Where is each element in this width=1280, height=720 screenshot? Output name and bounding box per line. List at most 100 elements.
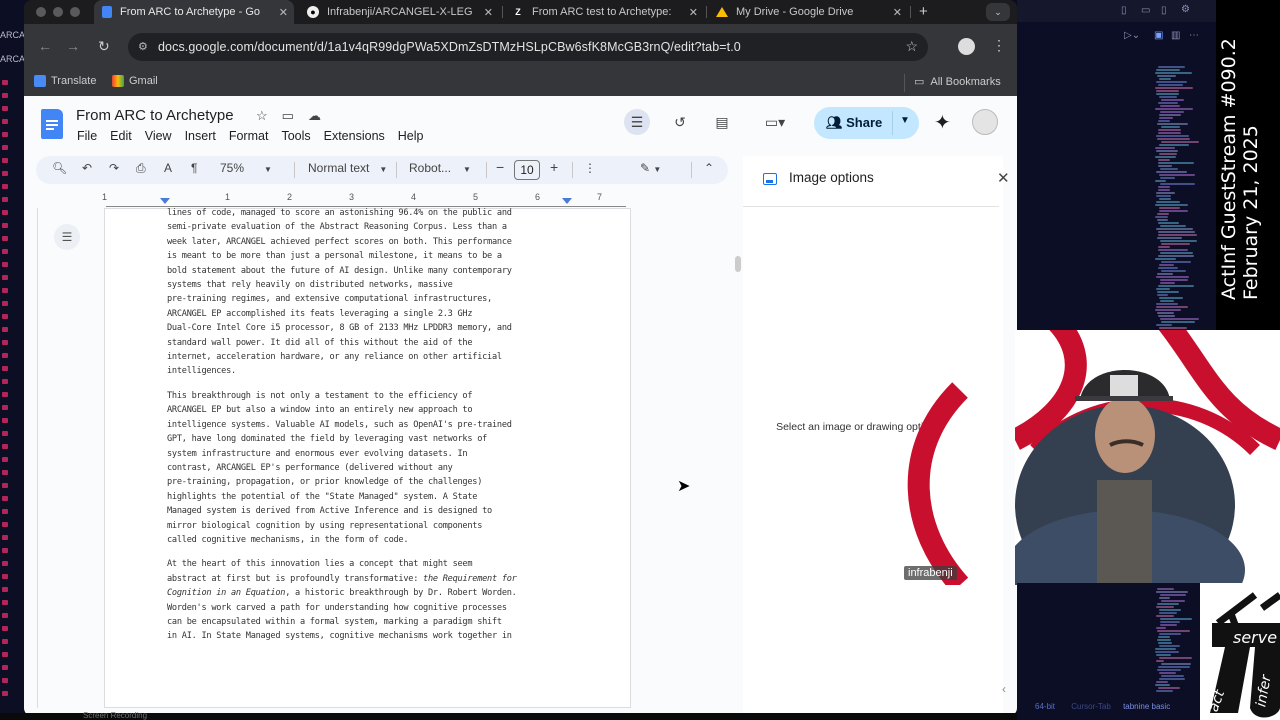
version-history-icon[interactable]: ↺ [667,109,693,135]
font-select[interactable]: Robot... ▼ [409,161,471,175]
print-icon[interactable]: ⎙ [136,161,146,176]
close-tab-icon[interactable]: ✕ [484,6,493,19]
search-menus-icon[interactable]: 🔍︎ [52,161,67,175]
style-select[interactable]: Normal text ▼ [308,161,387,175]
minimap-line [1155,72,1192,74]
share-button[interactable]: 👥︎ Share ▼ [814,107,919,139]
preview-icon[interactable]: ▣ [1154,30,1163,41]
bookmark-gmail[interactable]: Gmail [112,75,158,87]
menu-edit[interactable]: Edit [110,129,132,143]
redo-icon[interactable]: ↷ [109,161,119,175]
minimize-window-button[interactable] [53,7,63,17]
font-size-input[interactable]: 10 [514,160,540,180]
document-outline-icon[interactable]: ☰ [54,224,80,250]
share-dropdown-icon[interactable]: ▼ [900,115,910,126]
paint-format-icon[interactable]: ¶ [191,161,197,175]
cloud-saved-icon[interactable]: ☁ [308,108,321,124]
url-field[interactable]: ⚙ docs.google.com/document/d/1a1v4qR99dg… [128,33,928,61]
more-actions-icon[interactable]: ⋯ [1189,30,1199,41]
minimap-line [1159,144,1189,146]
minimap-line [1155,171,1188,173]
side-panel-collapse-icon[interactable]: ‹ [1002,682,1006,696]
all-bookmarks-button[interactable]: ▭ All Bookmarks [914,75,1001,89]
stream-title-overlay: ActInf GuestStream #090.2 February 21, 2… [1216,0,1280,330]
back-button[interactable]: ← [38,38,52,54]
tab-google-drive[interactable]: My Drive - Google Drive ✕ [708,0,908,24]
document-body[interactable]: lines of code, managed to score an aston… [167,206,577,654]
show-all-comments-icon[interactable]: ☰ [624,109,650,135]
increase-font-size-button[interactable]: + [550,159,558,175]
close-window-button[interactable] [36,7,46,17]
bookmark-star-icon[interactable]: ☆ [905,38,918,55]
move-folder-icon[interactable]: ▭ [282,108,294,124]
spellcheck-icon[interactable]: A [164,161,172,175]
hide-menus-icon[interactable]: ⌃ [704,161,714,175]
bookmark-label: Translate [51,75,97,87]
editor-status-bar: 64-bit Cursor-Tab tabnine basic [1017,702,1200,711]
docs-logo-icon[interactable] [41,109,63,139]
vertical-scrollbar[interactable] [735,256,741,272]
browser-menu-icon[interactable]: ⋮ [992,37,1006,54]
tab-zenodo[interactable]: Z From ARC test to Archetype: ✕ [504,0,704,24]
editing-mode-icon[interactable]: ✎ ▼ [640,161,661,175]
zoom-value: 75% [220,161,245,175]
line-number-marker [2,470,8,475]
minimap-line [1158,117,1173,119]
panel-divider [743,206,999,207]
line-number-marker [2,600,8,605]
split-editor-icon[interactable]: ▥ [1171,30,1180,41]
zoom-select[interactable]: 75% ▼ [220,161,272,175]
site-settings-icon[interactable]: ⚙ [138,40,148,53]
close-panel-icon[interactable]: ✕ [997,169,1010,187]
chevron-down-icon: ▼ [379,165,388,174]
toggle-panel-icon[interactable]: ▭ [1141,5,1150,16]
menu-insert[interactable]: Insert [185,129,216,143]
tab-bar: From ARC to Archetype - Go ✕ ● Infrabenj… [24,0,1017,24]
minimap-line [1155,258,1177,260]
new-tab-button[interactable]: + [919,3,928,20]
settings-gear-icon[interactable]: ⚙ [1181,4,1190,15]
close-tab-icon[interactable]: ✕ [689,6,698,19]
minimap-line [1155,309,1182,311]
profile-avatar[interactable] [958,38,975,55]
account-avatar[interactable] [972,109,998,135]
minimap-line [1158,102,1179,104]
zoom-window-button[interactable] [70,7,80,17]
menu-file[interactable]: File [77,129,97,143]
menu-extensions[interactable]: Extensions [324,129,385,143]
bookmark-translate[interactable]: Translate [34,75,96,87]
status-item[interactable]: tabnine basic [1123,702,1170,711]
close-tab-icon[interactable]: ✕ [893,6,902,19]
gemini-sparkle-icon[interactable]: ✦ [934,110,951,135]
star-icon[interactable]: ☆ [256,108,268,124]
document-page[interactable]: lines of code, managed to score an aston… [104,208,631,708]
reload-button[interactable]: ↻ [98,38,110,55]
close-tab-icon[interactable]: ✕ [279,6,288,19]
toggle-secondary-sidebar-icon[interactable]: ▯ [1161,5,1167,16]
more-options-icon[interactable]: ⋮ [584,161,596,175]
document-title[interactable]: From ARC to Archetype [76,107,234,124]
left-indent-marker[interactable] [160,198,170,204]
forward-button[interactable]: → [66,38,80,54]
right-indent-marker[interactable] [562,198,572,204]
line-number-marker [2,366,8,371]
tab-google-docs[interactable]: From ARC to Archetype - Go ✕ [94,0,294,24]
undo-icon[interactable]: ↶ [82,161,92,175]
tab-github[interactable]: ● Infrabenji/ARCANGEL-X-LEG ✕ [299,0,499,24]
menu-format[interactable]: Format [229,129,269,143]
decrease-font-size-button[interactable]: − [496,159,504,175]
minimap-line [1155,606,1174,608]
menu-help[interactable]: Help [398,129,424,143]
toolbar-divider [486,162,487,178]
run-icon[interactable]: ▷⌄ [1124,30,1140,41]
menu-tools[interactable]: Tools [281,129,310,143]
tab-search-button[interactable]: ⌄ [986,3,1010,21]
toggle-sidebar-icon[interactable]: ▯ [1121,5,1127,16]
participant-name-tag: infrabenji [904,566,957,580]
background-code-editor-bottom: 64-bit Cursor-Tab tabnine basic [1017,583,1200,720]
comments-icon[interactable]: ▤ [709,109,735,135]
menu-view[interactable]: View [145,129,172,143]
minimap-line [1158,84,1183,86]
meet-video-icon[interactable]: ▭▾ [757,109,793,135]
ruler-number: 3 [349,192,355,202]
